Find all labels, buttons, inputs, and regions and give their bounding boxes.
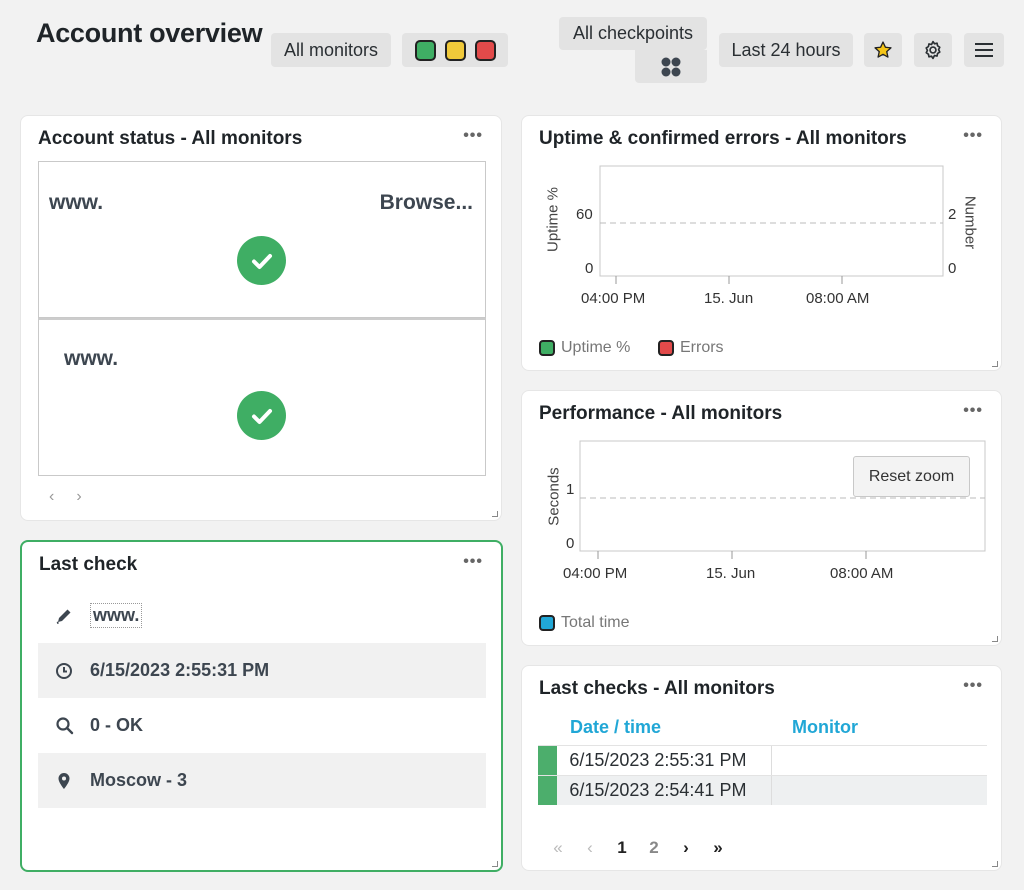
resize-handle[interactable] — [992, 861, 998, 867]
last-page-button[interactable]: » — [702, 838, 734, 858]
cell-monitor — [772, 776, 987, 805]
status-warning-toggle[interactable] — [444, 39, 466, 61]
monitor-name: www. — [64, 347, 119, 370]
y-axis-title: Uptime % — [544, 186, 562, 253]
status-filter-button[interactable] — [402, 33, 508, 67]
cell-monitor — [772, 746, 987, 775]
account-status-card: Account status - All monitors ••• www. B… — [20, 115, 502, 521]
pencil-icon — [38, 607, 90, 625]
monitor-tile[interactable]: www. Browse... — [38, 161, 486, 318]
last-check-location-row: Moscow - 3 — [38, 753, 486, 808]
y2-tick: 0 — [948, 260, 957, 277]
status-bar — [538, 776, 558, 805]
card-menu-button[interactable]: ••• — [963, 677, 983, 695]
y-tick: 0 — [585, 260, 594, 277]
period-select[interactable]: Last 24 hours — [719, 33, 853, 67]
first-page-button[interactable]: « — [542, 838, 574, 858]
y-axis-title: Seconds — [545, 467, 563, 526]
last-check-result: 0 - OK — [90, 715, 144, 735]
last-check-monitor-row: www. — [38, 588, 486, 643]
favorite-button[interactable] — [864, 33, 902, 67]
column-header-datetime[interactable]: Date / time — [570, 717, 661, 738]
location-pin-icon — [38, 772, 90, 790]
legend-label: Uptime % — [561, 339, 631, 356]
last-check-datetime: 6/15/2023 2:55:31 PM — [90, 660, 270, 680]
status-ok-toggle[interactable] — [414, 39, 436, 61]
card-title: Last checks - All monitors — [539, 678, 775, 699]
resize-handle[interactable] — [492, 861, 498, 867]
monitor-name: www. — [49, 191, 104, 214]
x-tick: 15. Jun — [704, 290, 754, 307]
performance-card: Performance - All monitors ••• Seconds 1… — [521, 390, 1002, 646]
card-title: Last check — [39, 554, 138, 575]
hamburger-icon — [975, 43, 993, 57]
main-menu-button[interactable] — [964, 33, 1004, 67]
monitor-type: Browse... — [379, 191, 473, 214]
x-tick: 08:00 AM — [806, 290, 870, 307]
table-row[interactable]: 6/15/2023 2:54:41 PM — [538, 775, 987, 805]
check-ok-icon — [237, 236, 286, 285]
y-tick: 0 — [566, 535, 575, 552]
uptime-errors-card: Uptime & confirmed errors - All monitors… — [521, 115, 1002, 371]
legend-swatch — [539, 340, 555, 356]
tile-pager: ‹ › — [49, 488, 82, 506]
x-tick: 15. Jun — [706, 565, 756, 582]
y-tick: 1 — [566, 481, 575, 498]
reset-zoom-button[interactable]: Reset zoom — [853, 456, 970, 497]
card-menu-button[interactable]: ••• — [463, 553, 483, 571]
settings-button[interactable] — [914, 33, 952, 67]
card-title: Account status - All monitors — [38, 128, 303, 149]
prev-page-button[interactable]: ‹ — [574, 838, 606, 858]
card-menu-button[interactable]: ••• — [463, 127, 483, 145]
legend-item[interactable]: Uptime % — [539, 339, 630, 357]
x-tick: 04:00 PM — [581, 290, 646, 307]
monitor-tile[interactable]: www. — [38, 318, 486, 476]
last-check-location: Moscow - 3 — [90, 770, 188, 790]
legend-swatch — [658, 340, 674, 356]
legend-label: Errors — [680, 339, 724, 356]
legend-item[interactable]: Errors — [658, 339, 724, 357]
legend-swatch — [539, 615, 555, 631]
uptime-chart — [599, 165, 944, 284]
legend-item[interactable]: Total time — [539, 614, 629, 632]
resize-handle[interactable] — [992, 361, 998, 367]
checkpoints-filter-button[interactable]: All checkpoints — [559, 17, 707, 50]
check-ok-icon — [237, 391, 286, 440]
prev-page-button[interactable]: ‹ — [49, 488, 54, 506]
monitor-link[interactable]: www. — [90, 603, 143, 628]
page-2-button[interactable]: 2 — [638, 838, 670, 858]
last-check-result-row: 0 - OK — [38, 698, 486, 753]
star-icon — [874, 41, 892, 58]
column-header-monitor[interactable]: Monitor — [792, 717, 858, 738]
next-page-button[interactable]: › — [670, 838, 702, 858]
page-1-button[interactable]: 1 — [606, 838, 638, 858]
checkpoints-grid-button[interactable] — [635, 50, 707, 83]
legend-label: Total time — [561, 614, 630, 631]
y-tick: 60 — [576, 206, 593, 223]
x-tick: 08:00 AM — [830, 565, 894, 582]
y2-tick: 2 — [948, 206, 957, 223]
last-check-card: Last check ••• www. 6/15/2023 2:55:31 PM… — [20, 540, 503, 872]
performance-chart — [579, 440, 986, 559]
status-error-toggle[interactable] — [474, 39, 496, 61]
last-check-time-row: 6/15/2023 2:55:31 PM — [38, 643, 486, 698]
x-tick: 04:00 PM — [563, 565, 628, 582]
page-title: Account overview — [36, 18, 263, 48]
resize-handle[interactable] — [492, 511, 498, 517]
monitors-filter-button[interactable]: All monitors — [271, 33, 391, 67]
search-icon — [38, 716, 90, 735]
table-pager: « ‹ 1 2 › » — [542, 838, 734, 858]
cell-datetime: 6/15/2023 2:54:41 PM — [557, 776, 773, 805]
clock-icon — [38, 662, 90, 680]
status-bar — [538, 746, 558, 775]
table-row[interactable]: 6/15/2023 2:55:31 PM — [538, 745, 987, 775]
y2-axis-title: Number — [961, 195, 979, 250]
resize-handle[interactable] — [992, 636, 998, 642]
grid-dots-icon — [661, 57, 681, 76]
cell-datetime: 6/15/2023 2:55:31 PM — [557, 746, 773, 775]
next-page-button[interactable]: › — [76, 488, 81, 506]
gear-icon — [925, 40, 941, 60]
